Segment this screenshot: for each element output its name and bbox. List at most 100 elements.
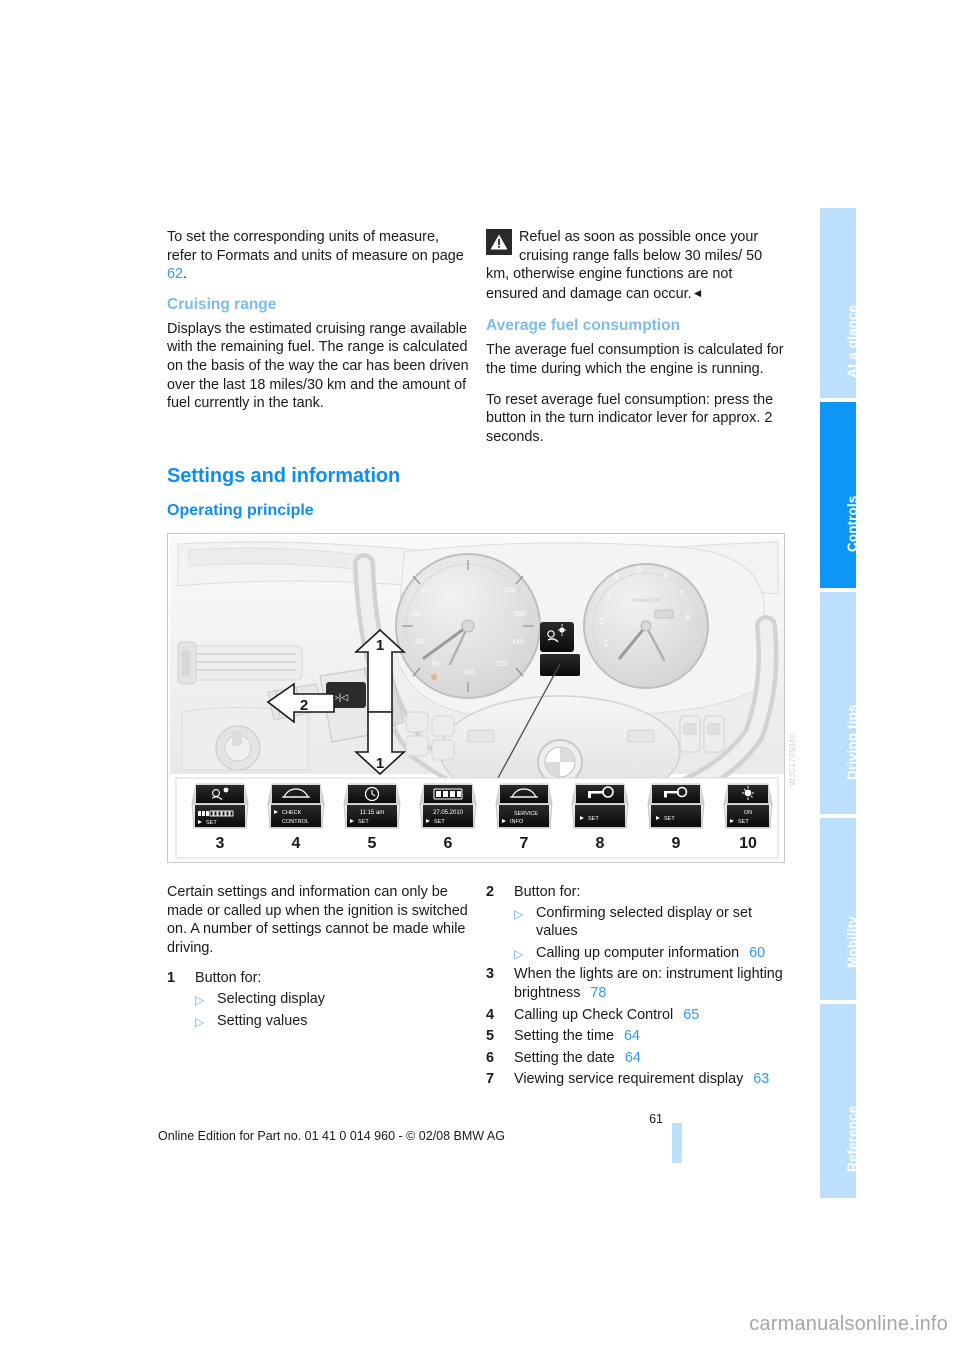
svg-text:SET: SET	[434, 819, 445, 825]
svg-text:1/min x1000: 1/min x1000	[632, 598, 659, 604]
tab-driving-tips[interactable]: Driving tips	[820, 590, 860, 816]
svg-text:9: 9	[672, 835, 681, 852]
below-figure-right-column: 2 Button for: ▷ Confirming selected disp…	[486, 883, 786, 1092]
section-subtitle: Operating principle	[167, 502, 314, 519]
svg-text:80: 80	[432, 661, 440, 668]
svg-text:SET: SET	[588, 816, 599, 822]
units-of-measure-text-post: .	[183, 266, 188, 283]
note-end-mark: ◄	[691, 285, 704, 300]
svg-text:100: 100	[462, 669, 474, 676]
callout-item-4-number: 4	[486, 1006, 495, 1023]
right-text-column: Refuel as soon as possible once your cru…	[486, 228, 786, 458]
page-reference-64-date[interactable]: 64	[625, 1050, 641, 1066]
svg-text:INFO: INFO	[510, 819, 524, 825]
callout-item-7-label: Viewing service requirement display	[514, 1071, 744, 1088]
callout-item-2-number: 2	[486, 884, 495, 900]
callout-item-2-label: Button for:	[514, 884, 581, 900]
tab-controls-label: Controls	[845, 495, 860, 552]
callout-item-3: 3 When the lights are on: instrument lig…	[486, 965, 786, 1002]
svg-text:7: 7	[520, 835, 529, 852]
footer-marker-bar	[672, 1123, 682, 1163]
callout-item-4-label: Calling up Check Control	[514, 1006, 674, 1023]
callout-item-1-label: Button for:	[195, 970, 262, 987]
callout-item-7-number: 7	[486, 1071, 495, 1088]
list-item: ▷ Calling up computer information 60	[514, 944, 786, 963]
refuel-warning-text: Refuel as soon as possible once your cru…	[486, 229, 763, 302]
svg-text:6: 6	[444, 835, 453, 852]
units-of-measure-paragraph: To set the corresponding units of measur…	[167, 228, 472, 284]
svg-text:SET: SET	[738, 819, 749, 825]
page-reference-78[interactable]: 78	[590, 985, 606, 1001]
arrow-bullet-icon: ▷	[195, 992, 205, 1007]
svg-text:SET: SET	[206, 820, 217, 826]
svg-text:10: 10	[739, 835, 757, 852]
svg-text:120: 120	[496, 661, 508, 668]
svg-text:SET: SET	[664, 816, 675, 822]
list-item: ▷ Confirming selected display or set val…	[514, 904, 786, 941]
warning-triangle-icon	[486, 229, 512, 255]
svg-text:CONTROL: CONTROL	[282, 819, 309, 825]
svg-text:CHECK: CHECK	[282, 810, 302, 816]
below-figure-left-column: Certain settings and information can onl…	[167, 883, 472, 1033]
svg-text:160: 160	[514, 611, 526, 618]
bullet-text: Selecting display	[217, 990, 325, 1007]
callout-item-2: 2 Button for: ▷ Confirming selected disp…	[486, 883, 786, 962]
callout-item-1-bullets: ▷ Selecting display ▷ Setting values	[195, 990, 472, 1030]
svg-text:3: 3	[216, 835, 225, 852]
section-tab-rail: At a glance Controls Driving tips Mobili…	[820, 206, 860, 1200]
ignition-note-paragraph: Certain settings and information can onl…	[167, 884, 468, 956]
refuel-warning-note: Refuel as soon as possible once your cru…	[486, 228, 786, 303]
list-item: ▷ Selecting display	[195, 990, 472, 1009]
manual-page: At a glance Controls Driving tips Mobili…	[0, 0, 960, 1358]
footer-edition-line: Online Edition for Part no. 01 41 0 014 …	[158, 1129, 505, 1143]
svg-text:20: 20	[422, 587, 430, 594]
page-title: Settings and information	[167, 465, 401, 487]
svg-text:8: 8	[596, 835, 605, 852]
average-fuel-paragraph-2: To reset average fuel consumption: press…	[486, 391, 774, 445]
tab-mobility[interactable]: Mobility	[820, 816, 860, 1002]
callout-item-6: 6 Setting the date 64	[486, 1049, 786, 1068]
page-reference-63[interactable]: 63	[753, 1071, 769, 1087]
units-of-measure-text-pre: To set the corresponding units of measur…	[167, 229, 464, 264]
cruising-range-heading: Cruising range	[167, 295, 277, 313]
callout-item-6-number: 6	[486, 1049, 495, 1066]
page-reference-60[interactable]: 60	[749, 945, 765, 961]
callout-list-left: 1 Button for: ▷ Selecting display ▷ Sett…	[167, 969, 472, 1030]
callout-item-5-label: Setting the time	[514, 1028, 614, 1045]
svg-text:4: 4	[292, 835, 301, 852]
svg-text:5: 5	[638, 565, 643, 574]
bullet-text: Confirming selected display or set value…	[536, 904, 752, 940]
svg-text:180: 180	[504, 587, 516, 594]
bullet-text: Setting values	[217, 1012, 308, 1029]
svg-text:6: 6	[664, 571, 669, 580]
average-fuel-paragraph-1: The average fuel consumption is calculat…	[486, 342, 784, 377]
callout-item-3-label: When the lights are on: instrument light…	[514, 966, 783, 1001]
tab-controls[interactable]: Controls	[820, 400, 860, 590]
svg-text:27.05.2010: 27.05.2010	[433, 810, 464, 816]
svg-text:140: 140	[512, 639, 524, 646]
callout-item-1: 1 Button for: ▷ Selecting display ▷ Sett…	[167, 969, 472, 1030]
site-watermark: carmanualsonline.info	[749, 1313, 948, 1335]
dashboard-illustration: 20 40 60 80 100 120 140 160 180 3 4 5 6 7 8 2	[167, 533, 785, 863]
callout-item-5: 5 Setting the time 64	[486, 1027, 786, 1046]
callout-item-7: 7 Viewing service requirement display 63	[486, 1070, 786, 1089]
page-reference-64-time[interactable]: 64	[624, 1028, 640, 1044]
callout-list-right: 2 Button for: ▷ Confirming selected disp…	[486, 883, 786, 1089]
svg-text:ON: ON	[744, 810, 752, 816]
list-item: ▷ Setting values	[195, 1012, 472, 1031]
callout-item-6-label: Setting the date	[514, 1049, 615, 1066]
section-header-block: Settings and information Operating princ…	[167, 465, 787, 520]
page-reference-65[interactable]: 65	[683, 1007, 699, 1023]
svg-text:60: 60	[416, 639, 424, 646]
svg-text:40: 40	[412, 611, 420, 618]
arrow-bullet-icon: ▷	[514, 906, 524, 921]
left-text-column: To set the corresponding units of measur…	[167, 228, 472, 425]
svg-text:11:15 am: 11:15 am	[360, 810, 385, 816]
callout-item-3-number: 3	[486, 966, 495, 983]
tab-at-a-glance[interactable]: At a glance	[820, 206, 860, 400]
callout-item-2-bullets: ▷ Confirming selected display or set val…	[514, 904, 786, 963]
page-reference-62[interactable]: 62	[167, 266, 183, 282]
page-footer: 61 Online Edition for Part no. 01 41 0 0…	[0, 1112, 960, 1172]
arrow-bullet-icon: ▷	[195, 1014, 205, 1029]
svg-text:1: 1	[604, 639, 609, 648]
